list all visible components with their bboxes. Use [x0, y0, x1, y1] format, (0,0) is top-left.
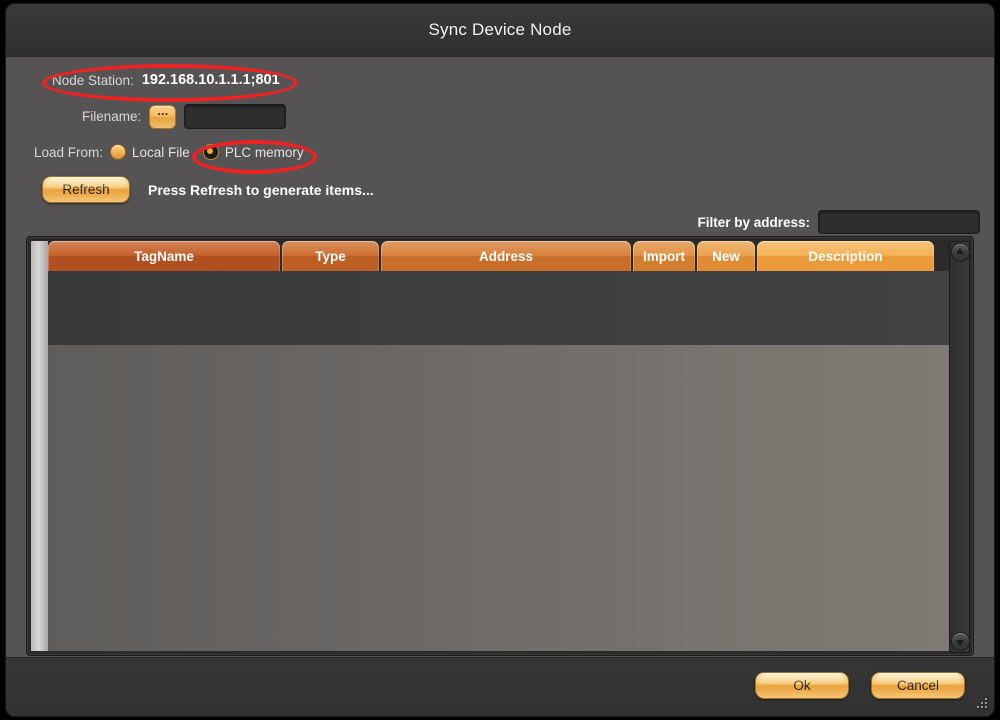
- load-from-label: Load From:: [34, 144, 104, 160]
- grid-header-label: New: [712, 248, 740, 264]
- node-station-value: 192.168.10.1.1.1;801: [141, 72, 280, 88]
- filter-by-address-label: Filter by address:: [697, 214, 810, 230]
- tag-grid: TagName Type Address Import New Description: [26, 236, 974, 656]
- refresh-button[interactable]: Refresh: [42, 176, 130, 203]
- grid-body-upper: [48, 271, 950, 345]
- grid-body-lower: [48, 345, 950, 651]
- sync-device-node-dialog: Sync Device Node Node Station: 192.168.1…: [6, 4, 994, 716]
- filter-row: Filter by address:: [697, 210, 980, 234]
- radio-plc-memory-label: PLC memory: [224, 144, 304, 160]
- refresh-row: Refresh Press Refresh to generate items.…: [42, 176, 374, 203]
- grid-header-type[interactable]: Type: [282, 241, 379, 271]
- radio-local-file-label: Local File: [132, 144, 190, 160]
- browse-file-button[interactable]: [149, 103, 177, 129]
- grid-header-row: TagName Type Address Import New Description: [48, 241, 936, 271]
- grid-header-new[interactable]: New: [697, 241, 755, 271]
- dialog-titlebar: Sync Device Node: [6, 4, 994, 57]
- resize-grip-dot: [985, 706, 987, 708]
- grid-vertical-scrollbar[interactable]: [949, 241, 970, 653]
- grid-header-label: TagName: [134, 248, 194, 264]
- dialog-footer: Ok Cancel: [6, 657, 994, 716]
- node-station-label: Node Station:: [52, 72, 134, 88]
- filename-input[interactable]: [184, 104, 287, 129]
- grid-header-description[interactable]: Description: [757, 241, 934, 271]
- radio-local-file[interactable]: Local File: [110, 144, 190, 160]
- radio-plc-memory[interactable]: PLC memory: [202, 144, 304, 160]
- hint-text: Press Refresh to generate items...: [148, 181, 374, 198]
- cancel-button[interactable]: Cancel: [871, 672, 965, 699]
- node-station-row: Node Station: 192.168.10.1.1.1;801: [52, 72, 280, 88]
- load-from-row: Load From: Local File PLC memory: [34, 144, 304, 160]
- dialog-title: Sync Device Node: [428, 20, 572, 39]
- resize-grip-dot: [985, 698, 987, 700]
- ok-button-label: Ok: [793, 678, 811, 693]
- resize-grip-dot: [977, 706, 979, 708]
- radio-plc-memory-icon: [202, 144, 219, 160]
- radio-local-file-icon: [110, 144, 127, 160]
- ok-button[interactable]: Ok: [755, 672, 849, 699]
- grid-header-import[interactable]: Import: [633, 241, 695, 271]
- filename-row: Filename:: [82, 103, 287, 129]
- resize-grip-dot: [985, 702, 987, 704]
- grid-header-label: Import: [643, 248, 685, 264]
- grid-header-label: Description: [808, 248, 883, 264]
- filter-by-address-input[interactable]: [818, 210, 980, 234]
- scroll-down-icon[interactable]: [951, 632, 970, 651]
- refresh-button-label: Refresh: [62, 182, 110, 197]
- filename-label: Filename:: [82, 109, 142, 124]
- grid-header-label: Address: [478, 248, 534, 264]
- scroll-up-icon[interactable]: [951, 243, 970, 262]
- resize-grip-dot: [981, 706, 983, 708]
- row-selector-gutter[interactable]: [31, 241, 48, 651]
- grid-header-address[interactable]: Address: [381, 241, 631, 271]
- grid-header-tagname[interactable]: TagName: [48, 241, 280, 271]
- cancel-button-label: Cancel: [896, 678, 940, 693]
- grid-header-label: Type: [315, 248, 346, 264]
- resize-grip[interactable]: [973, 698, 989, 712]
- resize-grip-dot: [981, 702, 983, 704]
